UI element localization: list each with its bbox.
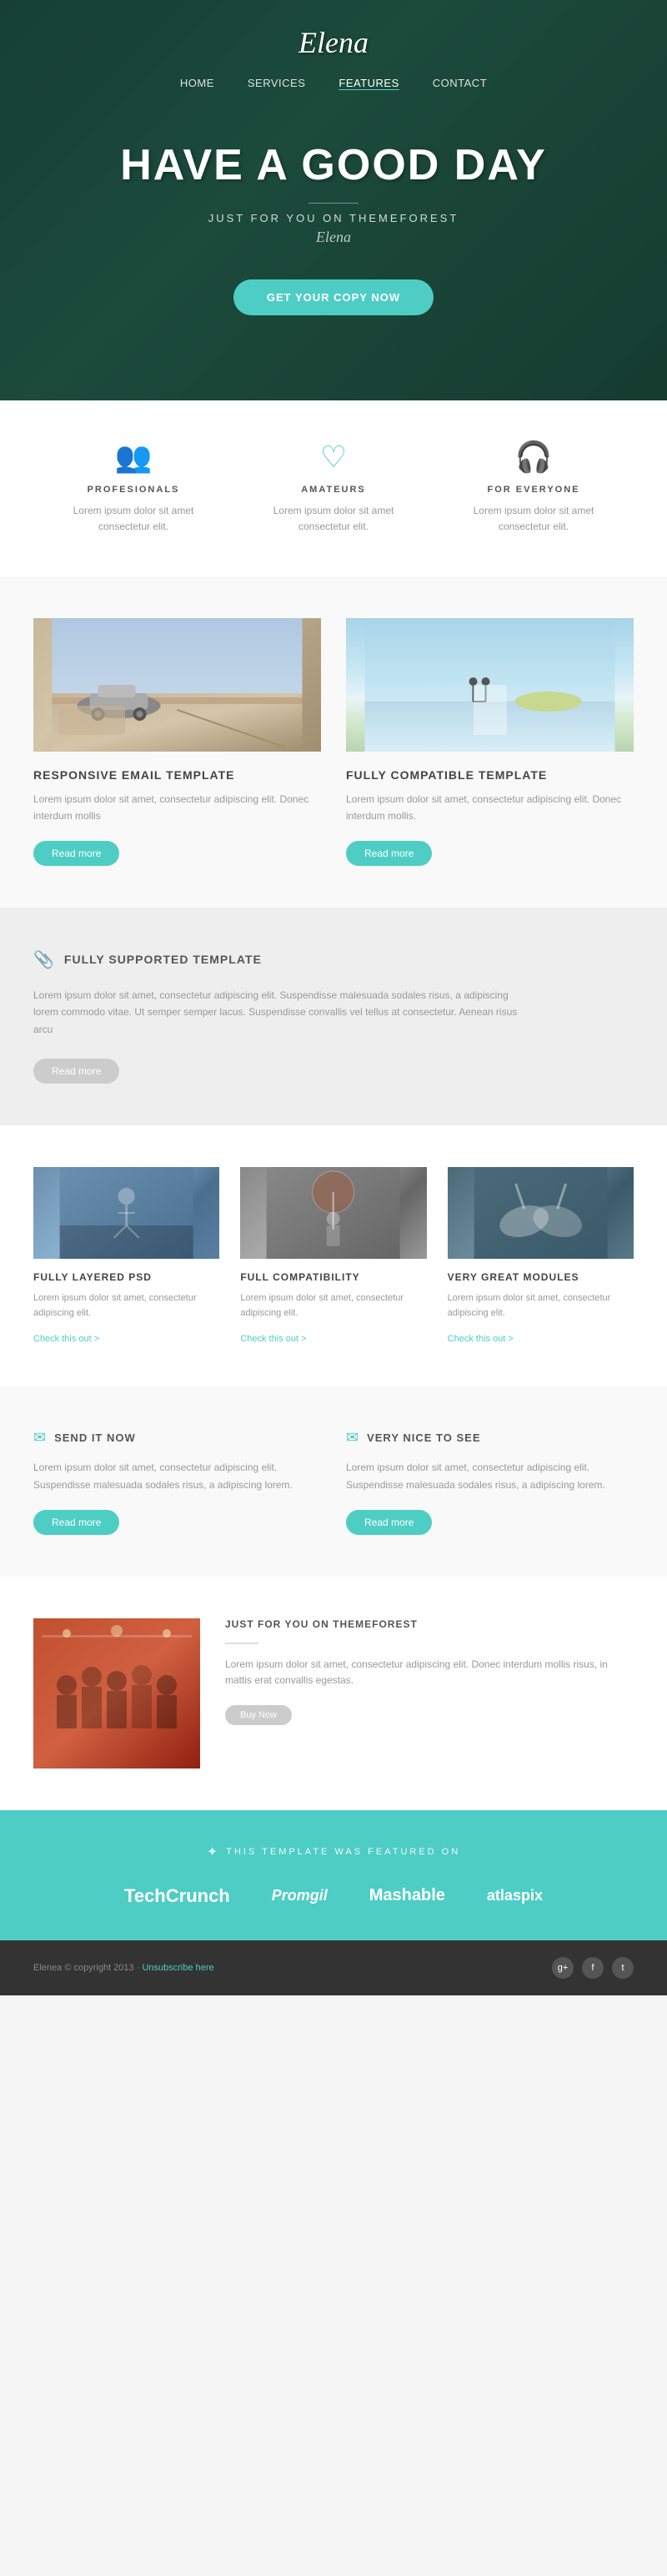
twitter-icon[interactable]: t: [612, 1957, 634, 1979]
facebook-icon[interactable]: f: [582, 1957, 604, 1979]
hero-subtitle: JUST FOR YOU ON THEMEFOREST: [17, 212, 650, 224]
three-card-title-2: FULL COMPATIBILITY: [240, 1271, 426, 1283]
featured-section: ✦ THIS TEMPLATE WAS FEATURED ON TechCrun…: [0, 1810, 667, 1940]
nice-icon: ✉: [346, 1429, 359, 1446]
card-2: FULLY COMPATIBLE TEMPLATE Lorem ipsum do…: [346, 618, 634, 865]
two-col-grid: ✉ SEND IT NOW Lorem ipsum dolor sit amet…: [33, 1429, 634, 1535]
card-2-image: [346, 618, 634, 752]
three-card-modules: VERY GREAT MODULES Lorem ipsum dolor sit…: [448, 1167, 634, 1346]
three-card-title-1: FULLY LAYERED PSD: [33, 1271, 219, 1283]
card-1-title: RESPONSIVE EMAIL TEMPLATE: [33, 768, 321, 782]
umbrella-image: [240, 1167, 426, 1259]
card-1-read-more[interactable]: Read more: [33, 841, 119, 866]
feature-title-3: FOR EVERYONE: [450, 485, 617, 495]
card-2-title: FULLY COMPATIBLE TEMPLATE: [346, 768, 634, 782]
everyone-icon: 🎧: [450, 442, 617, 472]
card-1-image: [33, 618, 321, 752]
feature-professionals: 👥 PROFESIONALS Lorem ipsum dolor sit ame…: [33, 442, 233, 535]
send-text: Lorem ipsum dolor sit amet, consectetur …: [33, 1459, 321, 1493]
nav-contact[interactable]: CONTACT: [433, 77, 487, 90]
nav-services[interactable]: SERVICES: [248, 77, 306, 90]
feature-text-3: Lorem ipsum dolor sit amet consectetur e…: [450, 503, 617, 535]
supported-header: 📎 FULLY SUPPORTED TEMPLATE: [33, 949, 634, 970]
mashable-logo: Mashable: [369, 1886, 445, 1905]
three-card-text-1: Lorem ipsum dolor sit amet, consectetur …: [33, 1291, 219, 1321]
feature-text-2: Lorem ipsum dolor sit amet consectetur e…: [250, 503, 417, 535]
nice-header: ✉ VERY NICE TO SEE: [346, 1429, 634, 1446]
shoes-image: [448, 1167, 634, 1259]
two-col-nice: ✉ VERY NICE TO SEE Lorem ipsum dolor sit…: [346, 1429, 634, 1535]
supported-icon: 📎: [33, 949, 54, 970]
feature-amateurs: ♡ AMATEURS Lorem ipsum dolor sit amet co…: [233, 442, 434, 535]
hero-signature: Elena: [17, 229, 650, 246]
img-text-grid: JUST FOR YOU ON THEMEFOREST Lorem ipsum …: [33, 1618, 634, 1768]
send-header: ✉ SEND IT NOW: [33, 1429, 321, 1446]
atlaspix-logo: atlaspix: [487, 1887, 543, 1904]
supported-section: 📎 FULLY SUPPORTED TEMPLATE Lorem ipsum d…: [0, 908, 667, 1125]
promgil-logo: Promgil: [272, 1887, 328, 1904]
three-card-text-2: Lorem ipsum dolor sit amet, consectetur …: [240, 1291, 426, 1321]
send-icon: ✉: [33, 1429, 46, 1446]
google-plus-icon[interactable]: g+: [552, 1957, 574, 1979]
featured-logos: TechCrunch Promgil Mashable atlaspix: [33, 1885, 634, 1907]
card-2-text: Lorem ipsum dolor sit amet, consectetur …: [346, 792, 634, 823]
unsubscribe-link[interactable]: Unsubscribe here: [142, 1963, 213, 1973]
img-text-text: Lorem ipsum dolor sit amet, consectetur …: [225, 1657, 634, 1688]
check-link-2[interactable]: Check this out >: [240, 1334, 306, 1344]
feature-title-1: PROFESIONALS: [50, 485, 217, 495]
three-cards-section: FULLY LAYERED PSD Lorem ipsum dolor sit …: [0, 1125, 667, 1387]
cards-grid: RESPONSIVE EMAIL TEMPLATE Lorem ipsum do…: [33, 618, 634, 865]
hero-title: HAVE A GOOD DAY: [17, 140, 650, 190]
navigation: HOME SERVICES FEATURES CONTACT: [17, 77, 650, 90]
nice-text: Lorem ipsum dolor sit amet, consectetur …: [346, 1459, 634, 1493]
img-text-content: JUST FOR YOU ON THEMEFOREST Lorem ipsum …: [225, 1618, 634, 1725]
amateurs-icon: ♡: [250, 442, 417, 472]
techcrunch-logo: TechCrunch: [124, 1885, 230, 1907]
skate-image: [33, 1167, 219, 1259]
img-text-title: JUST FOR YOU ON THEMEFOREST: [225, 1618, 634, 1630]
feature-everyone: 🎧 FOR EVERYONE Lorem ipsum dolor sit ame…: [434, 442, 634, 535]
three-card-text-3: Lorem ipsum dolor sit amet, consectetur …: [448, 1291, 634, 1321]
three-card-psd: FULLY LAYERED PSD Lorem ipsum dolor sit …: [33, 1167, 219, 1346]
three-card-compat: FULL COMPATIBILITY Lorem ipsum dolor sit…: [240, 1167, 426, 1346]
cta-button[interactable]: GET YOUR COPY NOW: [233, 279, 434, 315]
nice-read-more[interactable]: Read more: [346, 1510, 432, 1535]
logo: Elena: [17, 25, 650, 60]
professionals-icon: 👥: [50, 442, 217, 472]
card-2-read-more[interactable]: Read more: [346, 841, 432, 866]
card-1-text: Lorem ipsum dolor sit amet, consectetur …: [33, 792, 321, 823]
features-grid: 👥 PROFESIONALS Lorem ipsum dolor sit ame…: [33, 442, 634, 535]
featured-star-icon: ✦: [207, 1844, 218, 1860]
hero-section: Elena HOME SERVICES FEATURES CONTACT HAV…: [0, 0, 667, 400]
img-text-section: JUST FOR YOU ON THEMEFOREST Lorem ipsum …: [0, 1577, 667, 1810]
send-read-more[interactable]: Read more: [33, 1510, 119, 1535]
features-section: 👥 PROFESIONALS Lorem ipsum dolor sit ame…: [0, 400, 667, 576]
nice-title: VERY NICE TO SEE: [367, 1431, 480, 1444]
social-icons: g+ f t: [552, 1957, 634, 1979]
footer-text: Elenea © copyright 2013 · Unsubscribe he…: [33, 1963, 214, 1973]
featured-header: ✦ THIS TEMPLATE WAS FEATURED ON: [33, 1844, 634, 1860]
supported-title: FULLY SUPPORTED TEMPLATE: [64, 953, 262, 966]
three-cards-grid: FULLY LAYERED PSD Lorem ipsum dolor sit …: [33, 1167, 634, 1346]
bottom-footer: Elenea © copyright 2013 · Unsubscribe he…: [0, 1940, 667, 1995]
feature-text-1: Lorem ipsum dolor sit amet consectetur e…: [50, 503, 217, 535]
nav-features[interactable]: FEATURES: [339, 77, 399, 90]
check-link-1[interactable]: Check this out >: [33, 1334, 99, 1344]
three-card-title-3: VERY GREAT MODULES: [448, 1271, 634, 1283]
feature-title-2: AMATEURS: [250, 485, 417, 495]
supported-text: Lorem ipsum dolor sit amet, consectetur …: [33, 987, 534, 1038]
nav-home[interactable]: HOME: [180, 77, 214, 90]
featured-title: THIS TEMPLATE WAS FEATURED ON: [226, 1847, 460, 1857]
footer-brand: Elenea: [33, 1963, 62, 1973]
supported-read-more[interactable]: Read more: [33, 1059, 119, 1084]
check-link-3[interactable]: Check this out >: [448, 1334, 514, 1344]
buy-now-button[interactable]: Buy Now: [225, 1705, 292, 1725]
two-col-send: ✉ SEND IT NOW Lorem ipsum dolor sit amet…: [33, 1429, 321, 1535]
card-1: RESPONSIVE EMAIL TEMPLATE Lorem ipsum do…: [33, 618, 321, 865]
footer-copyright: © copyright 2013 ·: [64, 1963, 139, 1973]
cards-section: RESPONSIVE EMAIL TEMPLATE Lorem ipsum do…: [0, 576, 667, 907]
crowd-image: [33, 1618, 200, 1768]
two-col-section: ✉ SEND IT NOW Lorem ipsum dolor sit amet…: [0, 1387, 667, 1577]
send-title: SEND IT NOW: [54, 1431, 136, 1444]
